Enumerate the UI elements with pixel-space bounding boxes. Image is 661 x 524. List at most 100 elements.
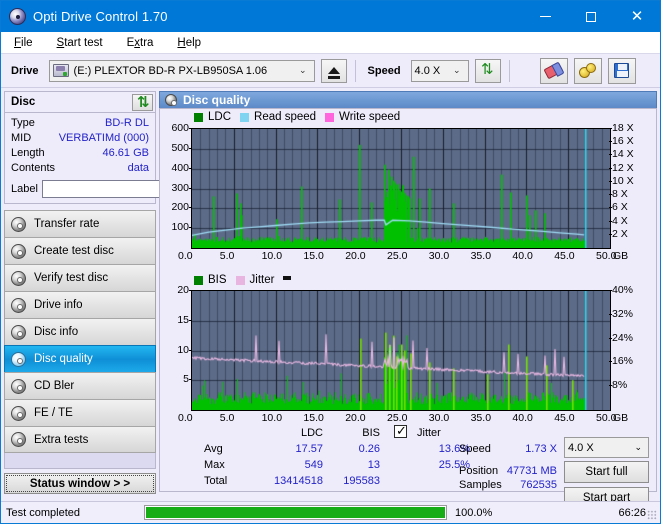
axis-tick-label: 18 X — [612, 122, 634, 134]
sidebar-item-label: CD Bler — [34, 380, 75, 392]
sidebar-item-create-test-disc[interactable]: Create test disc — [4, 237, 156, 264]
minimize-button[interactable] — [522, 1, 568, 32]
disc-panel-title: Disc — [11, 96, 36, 108]
sidebar-item-verify-test-disc[interactable]: Verify test disc — [4, 264, 156, 291]
chevron-down-icon: ⌄ — [298, 65, 307, 75]
axis-tick-mark — [609, 221, 612, 222]
disc-mid-key: MID — [11, 132, 32, 144]
axis-tick-label: 14 X — [612, 148, 634, 161]
eject-button[interactable] — [320, 58, 347, 83]
axis-tick-label: 5 — [183, 373, 189, 386]
minimize-icon — [539, 16, 551, 17]
menu-help[interactable]: Help — [174, 35, 204, 51]
disc-contents-value: data — [127, 162, 149, 174]
axis-tick-label: 40% — [612, 284, 634, 296]
resize-grip[interactable] — [647, 510, 657, 520]
gear-icon — [578, 62, 597, 79]
app-window: Opti Drive Control 1.70 ✕ File Start tes… — [0, 0, 661, 524]
disc-length-value: 46.61 GB — [102, 147, 149, 159]
menu-file[interactable]: File — [11, 35, 36, 51]
drive-label: Drive — [11, 64, 39, 77]
disc-type-value: BD-R DL — [104, 117, 149, 129]
sidebar-item-label: FE / TE — [34, 407, 73, 419]
legend-swatch-ldc — [194, 112, 203, 122]
refresh-button[interactable] — [474, 58, 501, 83]
axis-tick-label: 600 — [171, 122, 189, 134]
disc-icon — [11, 270, 26, 286]
sidebar-item-label: Verify test disc — [34, 272, 109, 284]
close-button[interactable]: ✕ — [614, 1, 660, 32]
axis-tick-mark — [609, 194, 612, 195]
status-bar: Test completed 100.0% 66:26 — [1, 501, 660, 523]
maximize-icon — [586, 11, 596, 22]
disc-label-key: Label — [11, 183, 38, 195]
axis-tick-mark — [189, 188, 192, 189]
axis-tick-label: 35.0 — [470, 250, 492, 262]
start-full-button[interactable]: Start full — [564, 461, 649, 483]
jitter-checkbox[interactable] — [394, 423, 407, 439]
sidebar-item-extra-tests[interactable]: Extra tests — [4, 426, 156, 453]
speed-label: Speed — [367, 64, 401, 77]
speed-select[interactable]: 4.0 X ⌄ — [410, 59, 469, 82]
sidebar-item-drive-info[interactable]: Drive info — [4, 291, 156, 318]
sidebar-item-cd-bler[interactable]: CD Bler — [4, 372, 156, 399]
disc-icon — [11, 432, 26, 447]
axis-tick-mark — [609, 338, 612, 339]
disc-icon — [11, 351, 26, 367]
axis-tick-mark — [189, 227, 192, 228]
sidebar-item-fe-te[interactable]: FE / TE — [4, 399, 156, 426]
window-title: Opti Drive Control 1.70 — [33, 9, 168, 24]
bottom-chart-plot — [191, 290, 611, 411]
disc-length-key: Length — [11, 147, 45, 159]
erase-button[interactable] — [539, 57, 568, 84]
disc-info-box: Type BD-R DL MID VERBATIMd (000) Length … — [4, 112, 244, 204]
stats-avg-bis: 0.26 — [358, 443, 380, 455]
save-button[interactable] — [607, 57, 636, 84]
legend-label-read-speed: Read speed — [254, 111, 317, 123]
sidebar-item-disc-quality[interactable]: Disc quality — [4, 345, 156, 372]
sidebar-item-label: Extra tests — [34, 433, 89, 446]
axis-tick-mark — [189, 207, 192, 208]
window-controls: ✕ — [522, 1, 660, 32]
sidebar-item-label: Disc quality — [34, 353, 93, 365]
axis-tick-label: 15 — [177, 313, 189, 326]
stats-row-max-label: Max — [204, 459, 225, 471]
menu-extra[interactable]: Extra — [124, 35, 157, 51]
top-chart-legend: LDC Read speed Write speed — [194, 111, 404, 123]
settings-button[interactable] — [573, 57, 602, 84]
disc-icon — [165, 94, 177, 106]
samples-stat-value: 762535 — [520, 479, 557, 491]
disc-label-row: Label — [11, 179, 244, 199]
axis-tick-label: 300 — [171, 181, 189, 194]
axis-tick-label: 32% — [612, 307, 634, 320]
maximize-button[interactable] — [568, 1, 614, 32]
legend-swatch-read-speed — [240, 112, 250, 122]
stats-col-header-bis: BIS — [362, 427, 380, 439]
disc-row-length: Length 46.61 GB — [11, 146, 149, 161]
axis-tick-mark — [609, 314, 612, 315]
top-chart-plot — [191, 128, 611, 249]
test-speed-select[interactable]: 4.0 X ⌄ — [564, 437, 649, 458]
sidebar-item-disc-info[interactable]: Disc info — [4, 318, 156, 345]
axis-tick-mark — [609, 154, 612, 155]
legend-label-bis: BIS — [208, 274, 227, 286]
axis-tick-mark — [609, 385, 612, 386]
disc-icon — [11, 216, 26, 232]
disc-row-contents: Contents data — [11, 161, 149, 176]
stats-avg-ldc: 17.57 — [295, 443, 323, 455]
test-speed-value: 4.0 X — [568, 441, 594, 454]
menu-start-test[interactable]: Start test — [54, 35, 106, 51]
disc-icon — [11, 405, 26, 421]
status-window-button[interactable]: Status window > > — [4, 473, 156, 494]
drive-select[interactable]: (E:) PLEXTOR BD-R PX-LB950SA 1.06 ⌄ — [48, 59, 315, 82]
legend-label-jitter: Jitter — [249, 274, 275, 286]
axis-tick-mark — [609, 290, 612, 291]
speed-select-value: 4.0 X — [414, 64, 441, 77]
disc-refresh-button[interactable] — [132, 93, 153, 111]
nav-list: Transfer rate Create test disc Verify te… — [4, 210, 156, 453]
axis-tick-label: 16 X — [612, 135, 634, 148]
axis-tick-label: 45.0 — [554, 250, 575, 262]
sidebar-item-transfer-rate[interactable]: Transfer rate — [4, 210, 156, 237]
chevron-down-icon: ⌄ — [453, 65, 461, 75]
axis-tick-label: 25.0 — [387, 250, 408, 262]
